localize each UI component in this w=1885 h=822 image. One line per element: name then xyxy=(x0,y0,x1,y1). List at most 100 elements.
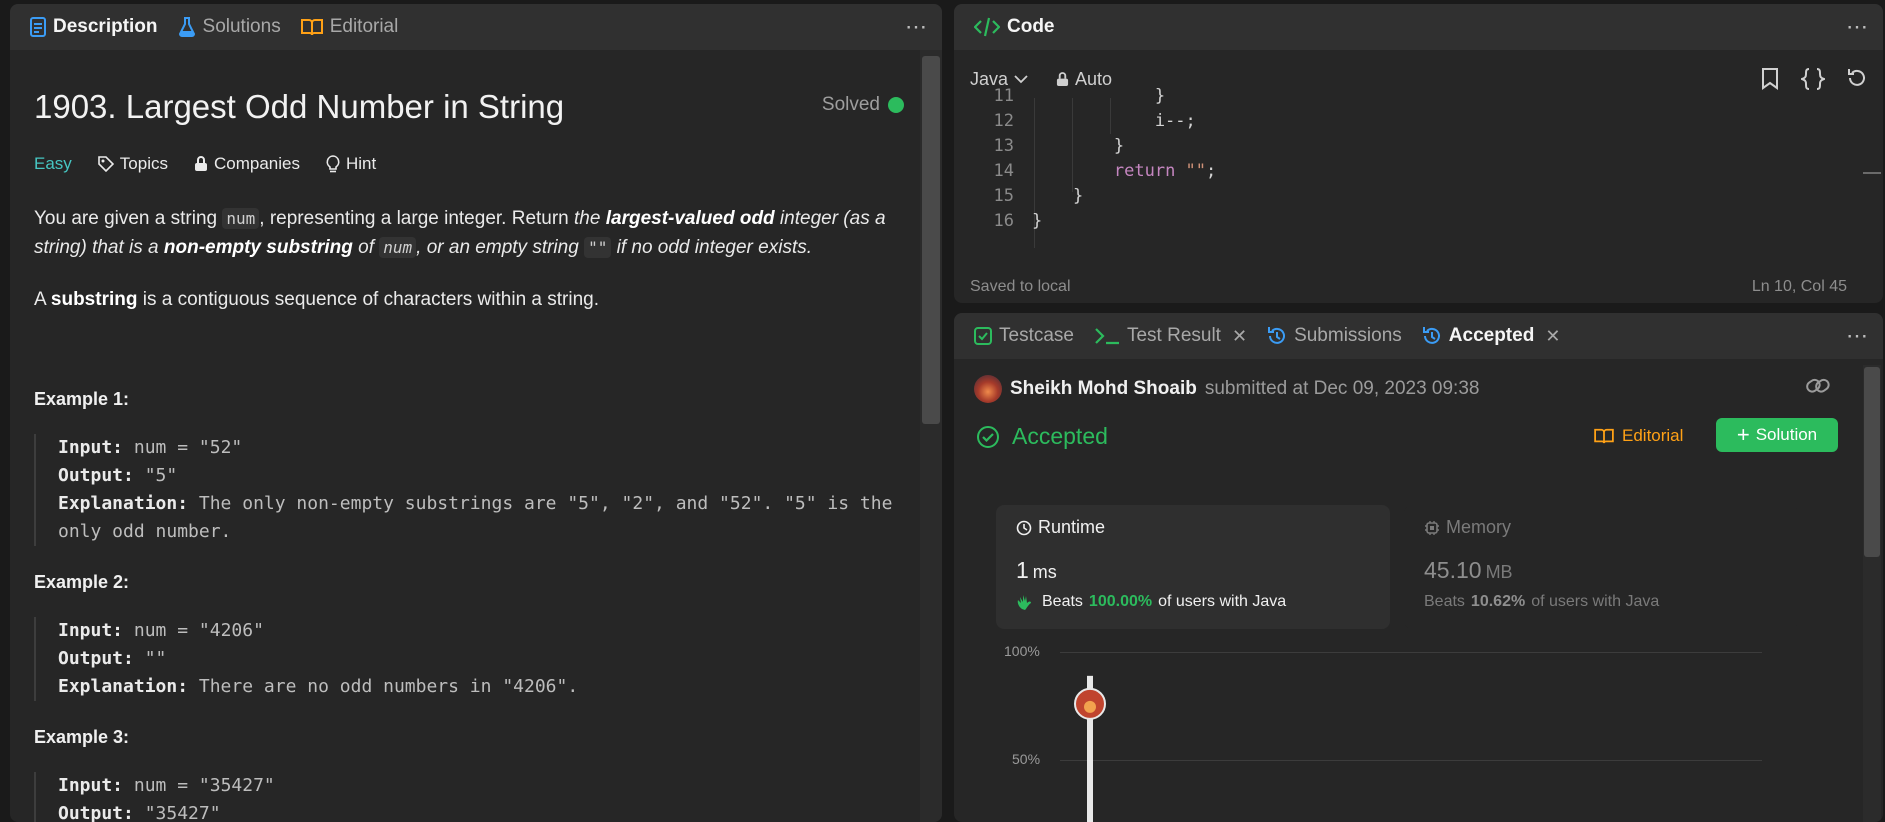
beats-percentage: 100.00% xyxy=(1088,593,1153,610)
memory-header: Memory xyxy=(1424,517,1511,538)
code-text: } xyxy=(1032,211,1043,231)
more-options-icon[interactable]: ⋯ xyxy=(1846,14,1869,40)
avatar[interactable] xyxy=(974,375,1002,403)
close-icon[interactable]: ✕ xyxy=(1232,326,1247,347)
tab-editorial[interactable]: Editorial xyxy=(300,16,398,38)
memory-card[interactable]: Memory 45.10 MB Beats 10.62% of users wit… xyxy=(1404,505,1798,629)
memory-beats: Beats 10.62% of users with Java xyxy=(1424,593,1659,611)
code-punct: ; xyxy=(1206,161,1217,181)
example-output-label: Output: xyxy=(58,803,134,822)
runtime-card[interactable]: Runtime 1 ms Beats 100.00% of users with … xyxy=(996,505,1390,629)
result-scrollbar[interactable] xyxy=(1863,365,1881,822)
tab-label: Accepted xyxy=(1448,325,1535,346)
inline-code: num xyxy=(379,237,417,258)
history-icon xyxy=(1268,327,1286,344)
memory-label: Memory xyxy=(1446,517,1512,537)
solution-button[interactable]: + Solution xyxy=(1716,418,1838,452)
code-keyword: return xyxy=(1113,161,1176,181)
example-heading: Example 3: xyxy=(34,727,130,747)
example-output: "35427" xyxy=(133,803,221,822)
chevron-down-icon xyxy=(1014,75,1028,84)
submission-time: submitted at Dec 09, 2023 09:38 xyxy=(1204,378,1480,399)
bold-text: largest-valued odd xyxy=(605,208,775,229)
tab-label: Testcase xyxy=(999,325,1074,346)
example-explanation-label: Explanation: xyxy=(58,676,189,697)
tab-submissions[interactable]: Submissions xyxy=(1267,325,1402,347)
code-icon xyxy=(974,17,1000,37)
code-text: i--; xyxy=(1032,111,1196,131)
code-text: } xyxy=(1032,136,1125,156)
editorial-button[interactable]: Editorial xyxy=(1594,426,1683,446)
beats-suffix: of users with Java xyxy=(1158,593,1287,610)
editor-actions xyxy=(1761,68,1867,90)
topics-label: Topics xyxy=(119,154,168,173)
example-block: Input: num = "52" Output: "5" Explanatio… xyxy=(34,434,898,546)
memory-number: 45.10 xyxy=(1424,557,1482,583)
scrollbar-thumb[interactable] xyxy=(922,56,940,424)
code-text: return ""; xyxy=(1032,159,1216,184)
runtime-number: 1 xyxy=(1016,557,1029,583)
submission-info: Sheikh Mohd Shoaib submitted at Dec 09, … xyxy=(974,375,1479,403)
tab-label: Code xyxy=(1007,16,1055,37)
minimap-marker xyxy=(1863,172,1881,174)
text-span: A xyxy=(34,289,51,310)
tab-accepted[interactable]: Accepted ✕ xyxy=(1422,325,1560,347)
more-options-icon[interactable]: ⋯ xyxy=(905,14,928,40)
bold-text: non-empty substring xyxy=(163,237,353,258)
code-panel: Code ⋯ Java Auto 11 } 12 i--; 13 } 14 re… xyxy=(954,4,1883,303)
solved-label: Solved xyxy=(821,94,880,115)
reset-icon[interactable] xyxy=(1847,68,1867,88)
book-icon xyxy=(300,19,323,36)
editorial-label: Editorial xyxy=(1622,426,1684,445)
line-number: 11 xyxy=(993,86,1014,106)
tab-label: Description xyxy=(53,16,158,37)
example-input: num = "52" xyxy=(123,437,243,458)
line-number: 13 xyxy=(993,136,1014,156)
text-span: of xyxy=(352,237,380,258)
result-panel: Testcase Test Result ✕ Submissions Accep… xyxy=(954,313,1883,822)
bookmark-icon[interactable] xyxy=(1761,68,1779,90)
hint-chip[interactable]: Hint xyxy=(326,154,376,174)
tab-test-result[interactable]: Test Result ✕ xyxy=(1094,325,1247,347)
description-scrollbar[interactable] xyxy=(920,50,942,822)
tab-code[interactable]: Code xyxy=(974,16,1055,38)
example-heading: Example 1: xyxy=(34,389,130,409)
example-explanation-label: Explanation: xyxy=(58,493,189,514)
cursor-position: Ln 10, Col 45 xyxy=(1751,278,1847,295)
tab-testcase[interactable]: Testcase xyxy=(974,325,1074,347)
memory-value: 45.10 MB xyxy=(1424,557,1513,584)
result-tabbar: Testcase Test Result ✕ Submissions Accep… xyxy=(954,313,1883,359)
code-text: } xyxy=(1032,86,1166,106)
beats-suffix: of users with Java xyxy=(1531,593,1660,610)
difficulty-badge: Easy xyxy=(34,154,72,173)
clock-icon xyxy=(1016,520,1032,535)
more-options-icon[interactable]: ⋯ xyxy=(1846,323,1869,349)
example-output-label: Output: xyxy=(58,648,134,669)
close-icon[interactable]: ✕ xyxy=(1545,326,1560,347)
scrollbar-thumb[interactable] xyxy=(1864,367,1880,557)
topics-chip[interactable]: Topics xyxy=(97,154,168,174)
format-braces-icon[interactable] xyxy=(1801,68,1825,90)
beats-prefix: Beats xyxy=(1424,593,1465,610)
tab-description[interactable]: Description xyxy=(30,16,158,38)
chip-icon xyxy=(1425,520,1439,535)
companies-chip[interactable]: Companies xyxy=(194,154,300,174)
text-span: if no odd integer exists. xyxy=(611,237,812,258)
terminal-icon xyxy=(1095,328,1119,345)
example-heading: Example 2: xyxy=(34,572,130,592)
code-editor[interactable]: 11 } 12 i--; 13 } 14 return ""; 15 } 16} xyxy=(954,86,1883,248)
example-input: num = "4206" xyxy=(123,620,264,641)
clap-hands-icon xyxy=(1017,595,1031,610)
tab-label: Test Result xyxy=(1126,325,1221,346)
line-number: 16 xyxy=(993,211,1014,231)
solution-label: Solution xyxy=(1755,425,1818,444)
example-input-label: Input: xyxy=(58,620,124,641)
tab-solutions[interactable]: Solutions xyxy=(178,16,281,38)
tag-icon xyxy=(97,156,114,172)
lock-icon xyxy=(194,156,207,171)
code-tabbar: Code ⋯ xyxy=(954,4,1883,50)
text-span: , or an empty string xyxy=(416,237,585,258)
link-icon[interactable] xyxy=(1805,375,1831,397)
submitter-name[interactable]: Sheikh Mohd Shoaib xyxy=(1010,378,1197,400)
example-explanation: There are no odd numbers in "4206". xyxy=(188,676,579,697)
